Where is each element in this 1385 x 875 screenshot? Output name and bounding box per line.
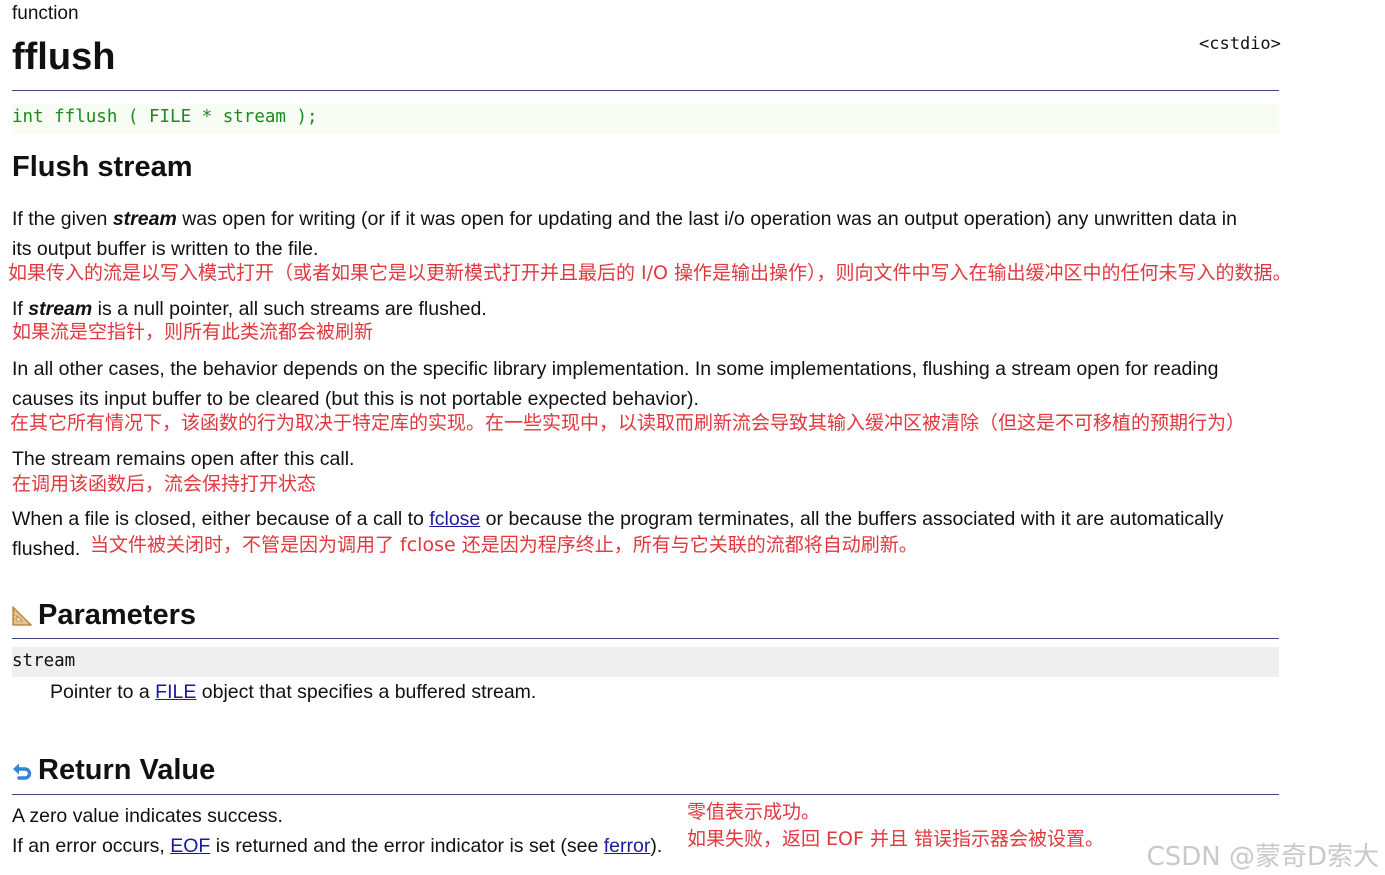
entity-kind: function xyxy=(12,3,79,24)
return-annotation-2: 如果失败，返回 EOF 并且 错误指示器会被设置。 xyxy=(687,828,1105,850)
watermark: CSDN @蒙奇D索大 xyxy=(1146,842,1379,872)
parameters-divider xyxy=(12,638,1279,639)
param-ref: stream xyxy=(28,298,93,320)
return-value-line-2: If an error occurs, EOF is returned and … xyxy=(12,831,662,861)
triangle-ruler-icon xyxy=(12,606,32,626)
annotation-1: 如果传入的流是以写入模式打开（或者如果它是以更新模式打开并且最后的 I/O 操作… xyxy=(8,262,1292,284)
return-value-divider xyxy=(12,794,1279,795)
parameter-name-row xyxy=(12,647,1279,677)
annotation-2: 如果流是空指针，则所有此类流都会被刷新 xyxy=(12,321,374,343)
param-ref: stream xyxy=(112,208,177,230)
text: If an error occurs, xyxy=(12,835,171,857)
return-annotation-1: 零值表示成功。 xyxy=(687,801,821,823)
paragraph-5-line-1: When a file is closed, either because of… xyxy=(12,504,1223,534)
annotation-5: 当文件被关闭时，不管是因为调用了 fclose 还是因为程序终止，所有与它关联的… xyxy=(90,534,918,556)
parameter-name: stream xyxy=(12,651,76,671)
return-arrow-icon xyxy=(13,763,32,780)
file-link[interactable]: FILE xyxy=(155,681,196,703)
paragraph-5-line-2: flushed. xyxy=(12,538,81,560)
paragraph-1-line-1: If the given stream was open for writing… xyxy=(12,204,1237,234)
fclose-link[interactable]: fclose xyxy=(429,508,480,530)
text: Pointer to a xyxy=(50,681,156,703)
text: When a file is closed, either because of… xyxy=(12,508,430,530)
text: is returned and the error indicator is s… xyxy=(210,835,604,857)
return-value-heading: Return Value xyxy=(38,754,216,786)
eof-link[interactable]: EOF xyxy=(170,835,210,857)
text: or because the program terminates, all t… xyxy=(480,508,1224,530)
text: If the given xyxy=(12,208,113,230)
annotation-3: 在其它所有情况下，该函数的行为取决于特定库的实现。在一些实现中，以读取而刷新流会… xyxy=(10,412,1246,434)
parameters-heading: Parameters xyxy=(38,599,196,631)
text: If xyxy=(12,298,29,320)
annotation-4: 在调用该函数后，流会保持打开状态 xyxy=(12,473,317,495)
title-divider xyxy=(12,90,1279,91)
paragraph-3-line-1: In all other cases, the behavior depends… xyxy=(12,358,1219,380)
parameter-description: Pointer to a FILE object that specifies … xyxy=(50,677,536,707)
return-value-line-1: A zero value indicates success. xyxy=(12,805,283,827)
function-prototype: int fflush ( FILE * stream ); xyxy=(12,107,318,127)
ferror-link[interactable]: ferror xyxy=(604,835,651,857)
page-title: fflush xyxy=(12,36,116,78)
section-title: Flush stream xyxy=(12,151,193,183)
text: object that specifies a buffered stream. xyxy=(196,681,537,703)
text: ). xyxy=(650,835,663,857)
text: is a null pointer, all such streams are … xyxy=(92,298,487,320)
header-file-tag: <cstdio> xyxy=(1199,34,1281,54)
text: was open for writing (or if it was open … xyxy=(176,208,1237,230)
